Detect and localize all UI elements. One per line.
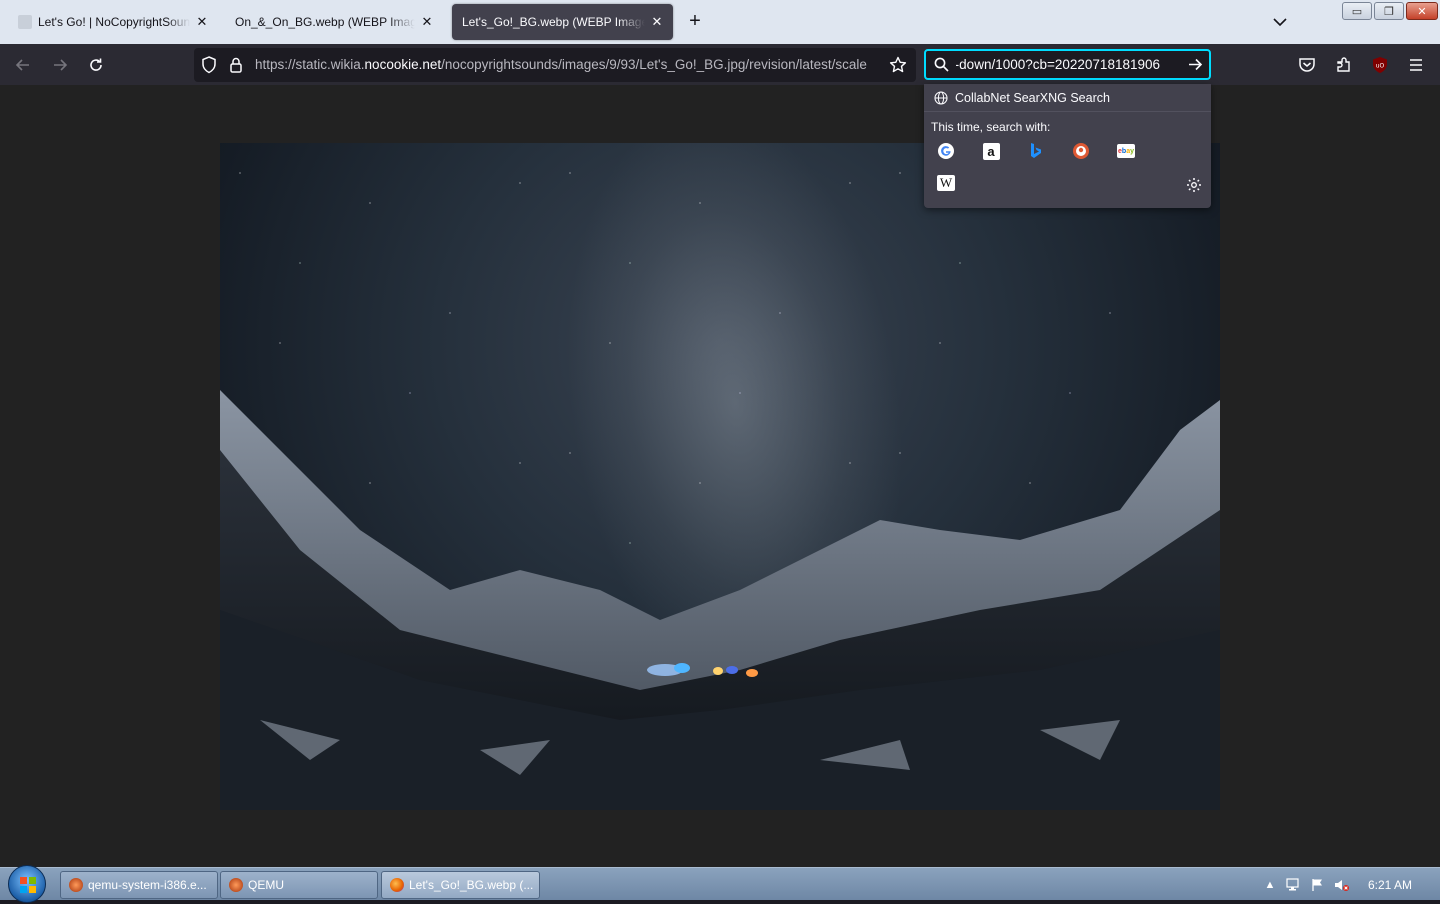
tracking-protection-shield-icon[interactable] — [201, 56, 217, 74]
tab-bar: Let's Go! | NoCopyrightSounds ✕ On_&_On_… — [0, 0, 1440, 44]
google-icon — [938, 143, 954, 159]
action-center-flag-icon[interactable] — [1310, 877, 1326, 893]
windows-logo-icon — [20, 877, 36, 893]
window-controls: ▭ ❐ ✕ — [1342, 2, 1438, 20]
lock-icon[interactable] — [229, 56, 243, 74]
qemu-icon — [69, 878, 83, 892]
taskbar-clock[interactable]: 6:21 AM — [1368, 878, 1412, 892]
taskbar-item-firefox[interactable]: Let's_Go!_BG.webp (... — [381, 871, 540, 899]
close-window-button[interactable]: ✕ — [1406, 2, 1438, 20]
taskbar-item-qemu-system[interactable]: qemu-system-i386.e... — [60, 871, 218, 899]
reload-button[interactable] — [83, 52, 109, 78]
url-path: /nocopyrightsounds/images/9/93/Let's_Go!… — [441, 57, 867, 72]
bing-search-button[interactable] — [1023, 138, 1049, 164]
tab-title: Let's Go! | NoCopyrightSounds — [38, 15, 190, 29]
list-all-tabs-button[interactable] — [1268, 10, 1292, 34]
reload-icon — [90, 58, 102, 71]
default-search-engine-row[interactable]: CollabNet SearXNG Search — [924, 84, 1211, 112]
network-icon[interactable] — [1286, 877, 1302, 893]
tab-on-and-on-image[interactable]: On_&_On_BG.webp (WEBP Image, 1 ✕ — [225, 4, 443, 40]
search-input[interactable]: n-down/1000?cb=20220718181906 — [956, 57, 1160, 72]
bing-icon — [1031, 143, 1041, 158]
close-icon[interactable]: ✕ — [649, 14, 665, 30]
back-button[interactable] — [10, 52, 36, 78]
hamburger-menu-icon — [1410, 59, 1422, 71]
wikipedia-icon: W — [937, 175, 955, 191]
one-off-search-label: This time, search with: — [931, 120, 1051, 134]
close-icon[interactable]: ✕ — [419, 14, 435, 30]
puzzle-icon — [1337, 57, 1350, 72]
search-go-button[interactable] — [1188, 57, 1203, 72]
close-icon[interactable]: ✕ — [194, 14, 210, 30]
arrow-left-icon — [15, 59, 29, 71]
pocket-icon — [1299, 58, 1315, 72]
show-hidden-icons-button[interactable]: ▲ — [1262, 877, 1278, 893]
search-bar[interactable]: n-down/1000?cb=20220718181906 — [924, 49, 1211, 80]
gear-icon — [1187, 178, 1201, 192]
wikipedia-search-button[interactable]: W — [933, 170, 959, 196]
taskbar-item-qemu[interactable]: QEMU — [220, 871, 378, 899]
tab-title: Let's_Go!_BG.webp (WEBP Image, 1 — [462, 15, 645, 29]
qemu-icon — [229, 878, 243, 892]
mountain-landscape — [220, 390, 1220, 810]
arrow-right-icon — [54, 59, 68, 71]
forward-button[interactable] — [47, 52, 73, 78]
new-tab-button[interactable]: + — [683, 10, 707, 34]
extensions-button[interactable] — [1331, 52, 1357, 78]
bookmark-star-icon[interactable] — [889, 56, 907, 74]
default-engine-name: CollabNet SearXNG Search — [955, 90, 1110, 105]
night-sky-mountain-photo[interactable] — [220, 143, 1220, 810]
firefox-icon — [390, 878, 404, 892]
google-search-button[interactable] — [933, 138, 959, 164]
search-icon — [934, 57, 949, 72]
address-bar[interactable]: https://static.wikia.nocookie.net/nocopy… — [194, 48, 916, 82]
ublock-shield-icon: uO — [1373, 57, 1387, 73]
duckduckgo-icon — [1073, 143, 1089, 159]
arrow-right-icon — [1189, 58, 1203, 71]
url-text[interactable]: https://static.wikia.nocookie.net/nocopy… — [255, 57, 881, 72]
tab-lets-go-image[interactable]: Let's_Go!_BG.webp (WEBP Image, 1 ✕ — [452, 4, 673, 40]
ebay-search-button[interactable]: ebay — [1113, 138, 1139, 164]
duckduckgo-search-button[interactable] — [1068, 138, 1094, 164]
app-menu-button[interactable] — [1403, 52, 1429, 78]
url-prefix: https://static.wikia. — [255, 57, 365, 72]
svg-text:uO: uO — [1376, 63, 1385, 70]
restore-button[interactable]: ❐ — [1374, 2, 1404, 20]
ublock-origin-button[interactable]: uO — [1367, 52, 1393, 78]
chevron-down-icon — [1273, 17, 1287, 26]
url-host: nocookie.net — [364, 57, 442, 72]
taskbar-item-label: Let's_Go!_BG.webp (... — [409, 878, 534, 892]
windows-taskbar: qemu-system-i386.e... QEMU Let's_Go!_BG.… — [0, 865, 1440, 903]
search-engine-popup: CollabNet SearXNG Search This time, sear… — [924, 84, 1211, 208]
minimize-button[interactable]: ▭ — [1342, 2, 1372, 20]
system-tray: ▲ 6:21 AM — [1258, 868, 1440, 901]
tab-lets-go-ncs[interactable]: Let's Go! | NoCopyrightSounds ✕ — [8, 4, 218, 40]
globe-icon — [934, 90, 948, 105]
pocket-button[interactable] — [1294, 52, 1320, 78]
ncs-favicon-icon — [18, 15, 32, 29]
ebay-icon: ebay — [1117, 144, 1135, 158]
volume-muted-icon[interactable] — [1334, 877, 1350, 893]
taskbar-item-label: QEMU — [248, 878, 284, 892]
tab-title: On_&_On_BG.webp (WEBP Image, 1 — [235, 15, 415, 29]
image-viewer: CollabNet SearXNG Search This time, sear… — [0, 84, 1440, 867]
navigation-toolbar: https://static.wikia.nocookie.net/nocopy… — [0, 44, 1440, 85]
amazon-search-button[interactable]: a — [978, 138, 1004, 164]
taskbar-item-label: qemu-system-i386.e... — [88, 878, 207, 892]
amazon-icon: a — [982, 142, 1000, 160]
start-button[interactable] — [8, 865, 46, 903]
search-settings-button[interactable] — [1183, 174, 1205, 196]
